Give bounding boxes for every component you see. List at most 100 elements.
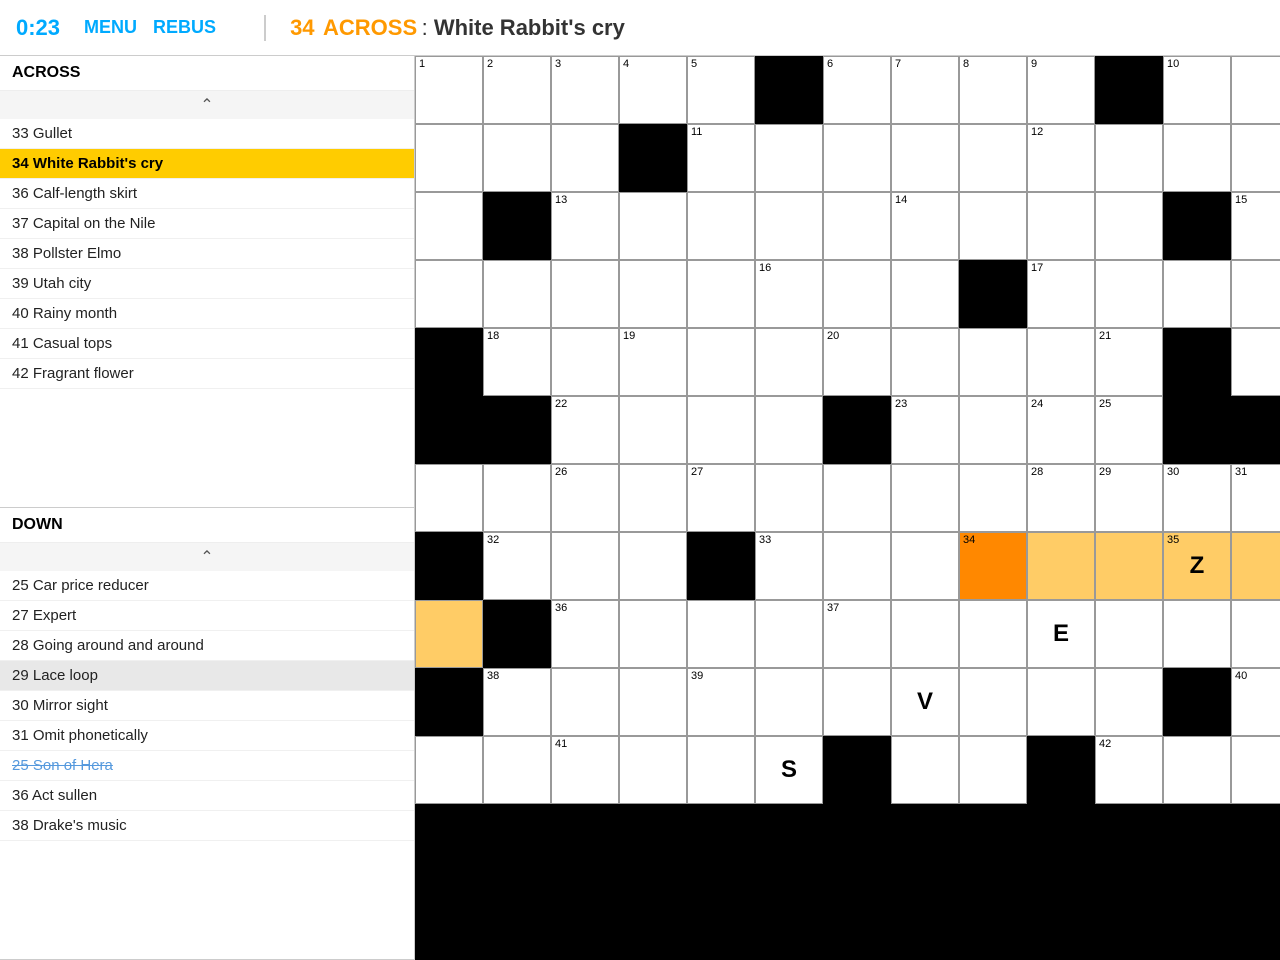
grid-cell[interactable] xyxy=(959,464,1027,532)
grid-cell[interactable] xyxy=(891,464,959,532)
grid-cell[interactable] xyxy=(959,396,1027,464)
grid-cell[interactable] xyxy=(891,260,959,328)
grid-cell[interactable]: 30 xyxy=(1163,464,1231,532)
grid-cell[interactable] xyxy=(959,668,1027,736)
grid-cell[interactable]: 37 xyxy=(823,600,891,668)
grid-cell[interactable]: 9 xyxy=(1027,56,1095,124)
down-clue-item[interactable]: 36 Act sullen xyxy=(0,781,414,811)
grid-cell[interactable] xyxy=(551,260,619,328)
grid-cell[interactable] xyxy=(1027,668,1095,736)
grid-cell[interactable] xyxy=(687,260,755,328)
grid-cell[interactable] xyxy=(959,124,1027,192)
grid-cell[interactable]: 22 xyxy=(551,396,619,464)
grid-cell[interactable]: 27 xyxy=(687,464,755,532)
grid-cell[interactable] xyxy=(551,124,619,192)
grid-cell[interactable]: 19 xyxy=(619,328,687,396)
grid-cell[interactable]: 7 xyxy=(891,56,959,124)
grid-cell[interactable] xyxy=(1231,532,1280,600)
grid-cell[interactable]: 13 xyxy=(551,192,619,260)
grid-cell[interactable]: 40 xyxy=(1231,668,1280,736)
across-clue-item[interactable]: 38 Pollster Elmo xyxy=(0,239,414,269)
grid-cell[interactable]: E xyxy=(1027,600,1095,668)
grid-cell[interactable] xyxy=(823,532,891,600)
grid-cell[interactable]: 36 xyxy=(551,600,619,668)
grid-cell[interactable] xyxy=(415,260,483,328)
grid-cell[interactable] xyxy=(891,328,959,396)
grid-cell[interactable]: 28 xyxy=(1027,464,1095,532)
grid-cell[interactable] xyxy=(1231,124,1280,192)
grid-cell[interactable] xyxy=(1163,600,1231,668)
grid-cell[interactable] xyxy=(823,464,891,532)
grid-cell[interactable] xyxy=(891,736,959,804)
grid-cell[interactable]: 3 xyxy=(551,56,619,124)
grid-cell[interactable] xyxy=(415,464,483,532)
across-clue-item[interactable]: 34 White Rabbit's cry xyxy=(0,149,414,179)
grid-cell[interactable] xyxy=(1095,260,1163,328)
grid-cell[interactable] xyxy=(959,192,1027,260)
grid-cell[interactable] xyxy=(755,668,823,736)
grid-cell[interactable]: 10 xyxy=(1163,56,1231,124)
grid-cell[interactable] xyxy=(619,464,687,532)
across-clue-item[interactable]: 37 Capital on the Nile xyxy=(0,209,414,239)
grid-cell[interactable]: 1 xyxy=(415,56,483,124)
grid-cell[interactable] xyxy=(619,600,687,668)
grid-cell[interactable] xyxy=(823,260,891,328)
grid-cell[interactable] xyxy=(687,192,755,260)
grid-cell[interactable] xyxy=(755,600,823,668)
grid-cell[interactable]: 15 xyxy=(1231,192,1280,260)
across-clue-item[interactable]: 41 Casual tops xyxy=(0,329,414,359)
grid-cell[interactable] xyxy=(891,600,959,668)
grid-cell[interactable]: S xyxy=(755,736,823,804)
down-clue-item[interactable]: 28 Going around and around xyxy=(0,631,414,661)
grid-cell[interactable] xyxy=(959,736,1027,804)
grid-cell[interactable]: 24 xyxy=(1027,396,1095,464)
down-clue-item[interactable]: 29 Lace loop xyxy=(0,661,414,691)
grid-cell[interactable]: 33 xyxy=(755,532,823,600)
grid-cell[interactable] xyxy=(1231,56,1280,124)
grid-cell[interactable]: 20 xyxy=(823,328,891,396)
grid-cell[interactable] xyxy=(891,532,959,600)
grid-cell[interactable] xyxy=(755,464,823,532)
grid-cell[interactable] xyxy=(415,600,483,668)
grid-cell[interactable]: 38 xyxy=(483,668,551,736)
grid-cell[interactable]: 25 xyxy=(1095,396,1163,464)
grid-cell[interactable] xyxy=(551,328,619,396)
grid-cell[interactable] xyxy=(1095,668,1163,736)
grid-cell[interactable] xyxy=(551,532,619,600)
grid-cell[interactable]: 39 xyxy=(687,668,755,736)
across-clue-item[interactable]: 36 Calf-length skirt xyxy=(0,179,414,209)
grid-cell[interactable] xyxy=(483,736,551,804)
grid-cell[interactable]: 14 xyxy=(891,192,959,260)
grid-cell[interactable]: 2 xyxy=(483,56,551,124)
grid-cell[interactable]: 32 xyxy=(483,532,551,600)
grid-cell[interactable] xyxy=(619,736,687,804)
grid-cell[interactable] xyxy=(1095,192,1163,260)
grid-cell[interactable]: 23 xyxy=(891,396,959,464)
rebus-button[interactable]: REBUS xyxy=(153,17,216,38)
down-clue-item[interactable]: 25 Car price reducer xyxy=(0,571,414,601)
grid-cell[interactable] xyxy=(483,124,551,192)
down-scroll-up[interactable]: ⌃ xyxy=(0,543,414,571)
grid-cell[interactable] xyxy=(1027,532,1095,600)
grid-cell[interactable]: 6 xyxy=(823,56,891,124)
grid-cell[interactable]: V xyxy=(891,668,959,736)
grid-cell[interactable]: 35Z xyxy=(1163,532,1231,600)
down-clue-item[interactable]: 38 Drake's music xyxy=(0,811,414,841)
grid-cell[interactable] xyxy=(1027,192,1095,260)
across-clue-item[interactable]: 42 Fragrant flower xyxy=(0,359,414,389)
grid-cell[interactable] xyxy=(1095,124,1163,192)
grid-cell[interactable] xyxy=(823,668,891,736)
grid-cell[interactable] xyxy=(1095,600,1163,668)
grid-cell[interactable]: 4 xyxy=(619,56,687,124)
across-clue-item[interactable]: 39 Utah city xyxy=(0,269,414,299)
across-scroll-up[interactable]: ⌃ xyxy=(0,91,414,119)
grid-cell[interactable] xyxy=(415,192,483,260)
grid-cell[interactable]: 31 xyxy=(1231,464,1280,532)
grid-cell[interactable] xyxy=(959,328,1027,396)
grid-cell[interactable] xyxy=(1231,736,1280,804)
grid-cell[interactable]: 42 xyxy=(1095,736,1163,804)
grid-cell[interactable] xyxy=(483,464,551,532)
grid-cell[interactable] xyxy=(415,736,483,804)
down-clue-item[interactable]: 25 Son of Hera xyxy=(0,751,414,781)
grid-cell[interactable] xyxy=(687,328,755,396)
